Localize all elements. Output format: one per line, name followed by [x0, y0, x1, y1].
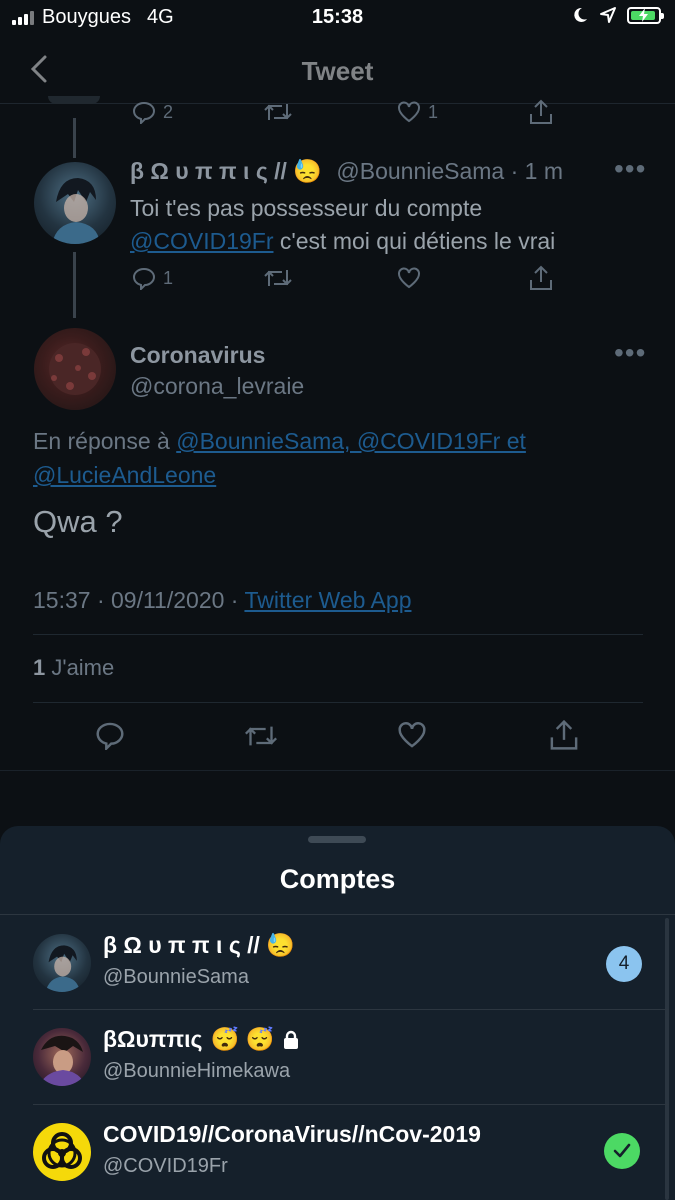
account-emoji: 😴 😴 [210, 1026, 275, 1052]
account-handle: @BounnieHimekawa [103, 1060, 291, 1082]
like-count: 1 [428, 101, 439, 122]
coronavirus-avatar[interactable] [34, 328, 116, 410]
account-emoji: 😓 [266, 932, 295, 958]
account-name: COVID19//CoronaVirus//nCov-2019 [103, 1121, 481, 1147]
thread-line [73, 252, 76, 318]
main-tweet-text: Qwa ? [33, 504, 123, 539]
divider [33, 634, 643, 635]
main-like-button[interactable] [396, 720, 428, 750]
page-title: Tweet [301, 56, 374, 86]
heart-icon [398, 101, 420, 123]
reply-context: En réponse à @BounnieSama, @COVID19Fr et… [33, 424, 526, 492]
share-icon [550, 719, 578, 750]
more-options-icon[interactable]: ••• [614, 339, 646, 367]
tweet-source-link[interactable]: Twitter Web App [244, 587, 411, 613]
reply-count: 2 [163, 101, 174, 122]
account-name: βΩυππις 😴 😴 [103, 1026, 300, 1053]
divider [33, 702, 643, 703]
likes-summary[interactable]: 1 J'aime [33, 655, 114, 681]
heart-icon [398, 267, 420, 289]
main-author-name[interactable]: Coronavirus [130, 342, 265, 369]
biohazard-icon [42, 1132, 82, 1169]
more-options-icon[interactable]: ••• [614, 155, 646, 183]
share-button[interactable] [528, 98, 554, 126]
biohazard-avatar [33, 1123, 91, 1181]
mention-link[interactable]: @COVID19Fr [130, 228, 273, 254]
reply-icon [96, 722, 124, 750]
main-share-button[interactable] [548, 718, 580, 752]
sheet-title: Comptes [279, 864, 396, 894]
author-name[interactable]: β Ω υ π π ι ς // [130, 158, 287, 184]
account-avatar [33, 1028, 91, 1086]
tweet-text-line1: Toi t'es pas possesseur du compte [130, 195, 483, 221]
status-bar: Bouygues 4G 15:38 [0, 0, 675, 36]
account-name: β Ω υ π π ι ς // 😓 [103, 932, 295, 959]
reply-count: 1 [163, 267, 174, 288]
main-reply-button[interactable] [94, 720, 126, 750]
heart-icon [398, 722, 426, 748]
main-retweet-button[interactable] [242, 722, 280, 750]
author-handle[interactable]: @BounnieSama [336, 158, 504, 184]
like-button[interactable] [396, 266, 422, 290]
thread-line [73, 118, 76, 158]
retweet-icon [245, 726, 277, 746]
like-button[interactable]: 1 [396, 100, 438, 124]
reply-button[interactable]: 2 [131, 100, 173, 124]
reply-tweet-text: Toi t'es pas possesseur du compte @COVID… [130, 192, 555, 258]
reply-icon [132, 101, 156, 124]
reply-mentions[interactable]: @BounnieSama, @COVID19Fr et [176, 428, 526, 454]
share-icon [530, 265, 552, 290]
tweet-text-line2: c'est moi qui détiens le vrai [273, 228, 556, 254]
tweet-timestamp: 15:37 · 09/11/2020 · [33, 587, 245, 613]
account-row[interactable]: βΩυππις 😴 😴 @BounnieHimekawa [0, 1010, 675, 1105]
account-handle: @COVID19Fr [103, 1155, 228, 1177]
divider [0, 770, 675, 771]
reply-mention[interactable]: @LucieAndLeone [33, 462, 216, 488]
notification-badge: 4 [606, 946, 642, 982]
reply-button[interactable]: 1 [131, 266, 173, 290]
reply-tweet-header: β Ω υ π π ι ς // 😓 @BounnieSama · 1 m [130, 158, 563, 185]
bounnie-avatar[interactable] [34, 162, 116, 244]
account-name-text: βΩυππις [103, 1026, 203, 1052]
battery-icon [627, 6, 664, 24]
accounts-sheet: Comptes β Ω υ π π ι ς // 😓 @BounnieSama … [0, 826, 675, 1200]
lock-icon [284, 1030, 299, 1049]
share-icon [530, 99, 552, 124]
top-tweet-avatar[interactable] [48, 96, 100, 104]
tweet-timestamp-row: 15:37 · 09/11/2020 · Twitter Web App [33, 587, 411, 614]
divider [0, 914, 675, 915]
likes-count: 1 [33, 655, 46, 680]
screen: Bouygues 4G 15:38 Tweet 2 1 β Ω υ π π ι … [0, 0, 675, 1200]
reply-icon [132, 267, 156, 290]
tweet-time: · 1 m [510, 158, 563, 184]
nav-bar: Tweet [0, 36, 675, 104]
sheet-drag-handle[interactable] [308, 836, 366, 843]
account-name-text: β Ω υ π π ι ς // [103, 932, 260, 958]
main-author-handle[interactable]: @corona_levraie [130, 373, 304, 400]
author-emoji: 😓 [293, 158, 322, 184]
location-icon [600, 7, 616, 23]
likes-label: J'aime [45, 655, 115, 680]
reply-prefix: En réponse à [33, 428, 177, 454]
retweet-icon [264, 104, 292, 120]
account-row[interactable]: COVID19//CoronaVirus//nCov-2019 @COVID19… [0, 1105, 675, 1200]
retweet-button[interactable] [262, 266, 294, 290]
retweet-button[interactable] [262, 100, 294, 124]
selected-check-icon [604, 1133, 640, 1169]
retweet-icon [264, 270, 292, 286]
account-row[interactable]: β Ω υ π π ι ς // 😓 @BounnieSama 4 [0, 916, 675, 1011]
moon-icon [574, 7, 587, 22]
account-handle: @BounnieSama [103, 966, 249, 988]
share-button[interactable] [528, 264, 554, 292]
account-avatar [33, 934, 91, 992]
